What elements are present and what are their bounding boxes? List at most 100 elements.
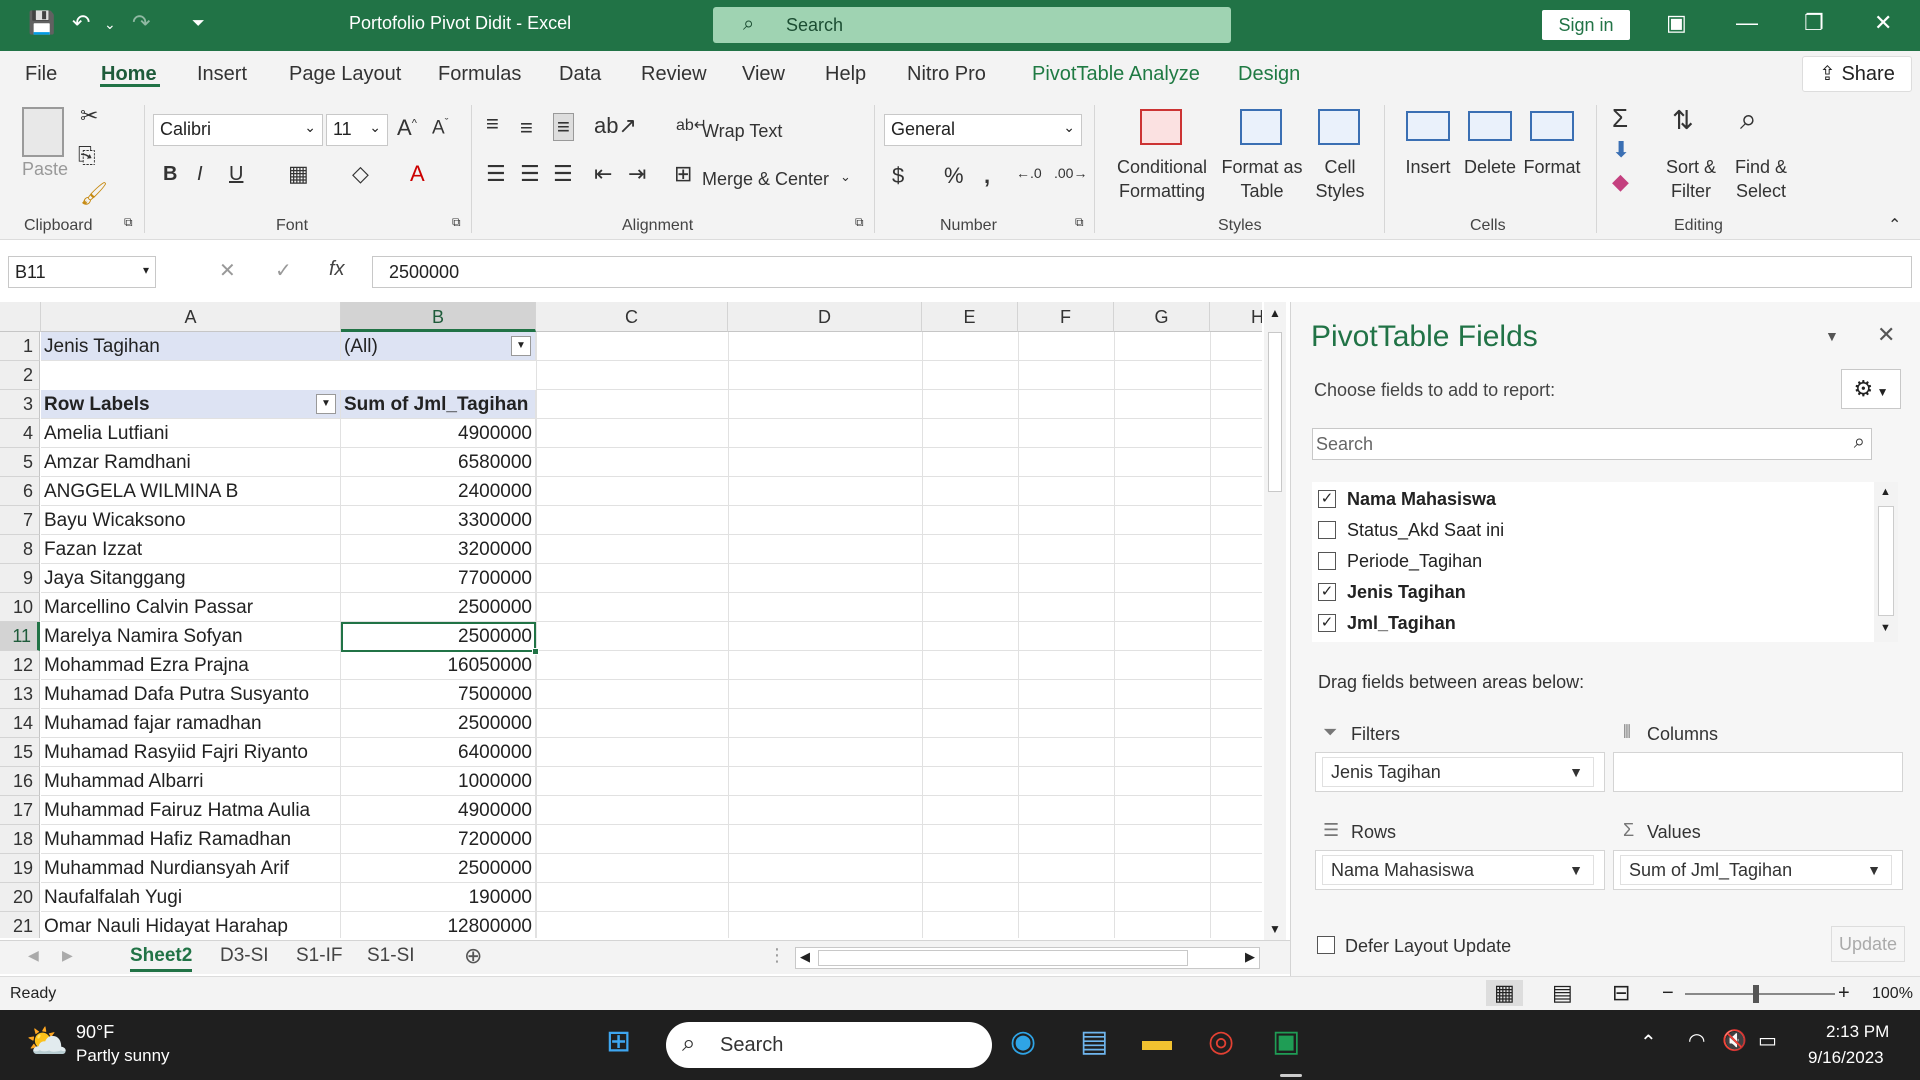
formula-input[interactable]: 2500000: [372, 256, 1912, 288]
ribbon-display-icon[interactable]: ▣: [1666, 10, 1687, 36]
tab-page-layout[interactable]: Page Layout: [289, 63, 401, 86]
tab-pivottable-analyze[interactable]: PivotTable Analyze: [1032, 63, 1200, 86]
values-item[interactable]: Sum of Jml_Tagihan ▼: [1620, 855, 1892, 885]
tab-help[interactable]: Help: [825, 63, 866, 86]
undo-dropdown-icon[interactable]: ⌄: [104, 16, 116, 33]
filters-area[interactable]: Jenis Tagihan ▼: [1315, 752, 1605, 792]
clock-time[interactable]: 2:13 PM: [1826, 1022, 1889, 1042]
row-header[interactable]: 7: [0, 506, 40, 535]
restore-icon[interactable]: ❐: [1804, 10, 1824, 36]
row-header[interactable]: 14: [0, 709, 40, 738]
collapse-ribbon-icon[interactable]: ⌃: [1888, 215, 1901, 235]
split-handle-icon[interactable]: ⋮: [768, 945, 786, 966]
pivot-row-label[interactable]: Amzar Ramdhani: [41, 448, 341, 477]
font-launcher-icon[interactable]: ⧉: [452, 215, 461, 230]
align-middle-icon[interactable]: ≡: [520, 115, 533, 141]
update-button[interactable]: Update: [1831, 926, 1905, 962]
redo-icon[interactable]: ↷: [132, 10, 150, 36]
row-header[interactable]: 5: [0, 448, 40, 477]
decrease-decimal-icon[interactable]: .00→: [1054, 165, 1087, 181]
normal-view-icon[interactable]: ▦: [1486, 980, 1523, 1006]
horizontal-scroll-thumb[interactable]: [818, 950, 1188, 966]
pivot-row-value[interactable]: 1000000: [341, 767, 536, 796]
pivot-row-label[interactable]: Fazan Izzat: [41, 535, 341, 564]
taskbar-search[interactable]: ⌕ Search: [666, 1022, 992, 1068]
chevron-up-icon[interactable]: ⌃: [1640, 1030, 1657, 1055]
next-sheet-icon[interactable]: ▶: [62, 947, 73, 964]
font-color-icon[interactable]: A: [410, 161, 425, 187]
field-status-akd[interactable]: Status_Akd Saat ini: [1312, 515, 1504, 546]
fill-color-icon[interactable]: ◇: [352, 161, 369, 187]
row-header[interactable]: 21: [0, 912, 40, 938]
sheet-tab-d3-si[interactable]: D3-SI: [220, 945, 269, 967]
row-labels-header[interactable]: Row Labels ▼: [41, 390, 341, 419]
pivot-row-label[interactable]: Marelya Namira Sofyan: [41, 622, 341, 651]
delete-cells-button[interactable]: Delete: [1460, 155, 1520, 179]
save-icon[interactable]: 💾: [28, 10, 55, 36]
notepad-icon[interactable]: ▤: [1080, 1024, 1108, 1059]
battery-icon[interactable]: ▭: [1758, 1028, 1777, 1053]
row-header[interactable]: 1: [0, 332, 40, 361]
field-list-scrollbar[interactable]: ▲ ▼: [1874, 482, 1898, 642]
scroll-right-icon[interactable]: ▶: [1245, 949, 1255, 965]
column-header-d[interactable]: D: [728, 302, 922, 332]
pivot-row-value[interactable]: 4900000: [341, 419, 536, 448]
row-labels-dropdown-icon[interactable]: ▼: [316, 394, 336, 414]
field-search-input[interactable]: Search ⌕: [1312, 428, 1872, 460]
column-header-f[interactable]: F: [1018, 302, 1114, 332]
zoom-out-icon[interactable]: −: [1662, 982, 1674, 1005]
currency-icon[interactable]: $: [892, 163, 904, 189]
align-right-icon[interactable]: ☰: [553, 161, 573, 187]
field-jml-tagihan[interactable]: ✓ Jml_Tagihan: [1312, 608, 1456, 639]
page-layout-view-icon[interactable]: ▤: [1552, 980, 1573, 1006]
copy-icon[interactable]: ⎘: [78, 143, 96, 169]
chevron-down-icon[interactable]: ▼: [1867, 862, 1881, 878]
row-header[interactable]: 18: [0, 825, 40, 854]
chevron-down-icon[interactable]: ▼: [1569, 764, 1583, 780]
scroll-down-icon[interactable]: ▼: [1880, 622, 1891, 634]
row-header[interactable]: 9: [0, 564, 40, 593]
chrome-icon[interactable]: ◎: [1208, 1024, 1234, 1059]
customize-toolbar-icon[interactable]: ⏷: [192, 15, 205, 33]
volume-muted-icon[interactable]: 🔇: [1722, 1028, 1747, 1053]
fill-handle[interactable]: [532, 648, 539, 655]
increase-indent-icon[interactable]: ⇥: [628, 161, 646, 187]
windows-start-icon[interactable]: ⊞: [606, 1024, 631, 1059]
name-box[interactable]: B11 ▾: [8, 256, 156, 288]
row-header[interactable]: 6: [0, 477, 40, 506]
format-as-table-button[interactable]: Format as Table: [1220, 155, 1304, 203]
increase-decimal-icon[interactable]: ←.0: [1016, 165, 1042, 181]
conditional-formatting-button[interactable]: Conditional Formatting: [1110, 155, 1214, 203]
tab-view[interactable]: View: [742, 63, 785, 86]
align-top-icon[interactable]: ≡: [486, 111, 499, 137]
row-header[interactable]: 8: [0, 535, 40, 564]
merge-center-button[interactable]: Merge & Center: [702, 169, 829, 190]
share-button[interactable]: ⇪ Share: [1802, 56, 1912, 92]
row-header-selected[interactable]: 11: [0, 622, 40, 651]
scroll-up-icon[interactable]: ▲: [1880, 486, 1891, 498]
pivot-row-label[interactable]: Bayu Wicaksono: [41, 506, 341, 535]
tab-data[interactable]: Data: [559, 63, 601, 86]
pivot-row-value[interactable]: 2500000: [341, 854, 536, 883]
checkbox-unchecked[interactable]: [1318, 552, 1336, 570]
row-header[interactable]: 17: [0, 796, 40, 825]
pivot-row-label[interactable]: Mohammad Ezra Prajna: [41, 651, 341, 680]
pivot-row-label[interactable]: Muhammad Nurdiansyah Arif: [41, 854, 341, 883]
column-header-c[interactable]: C: [536, 302, 728, 332]
scroll-left-icon[interactable]: ◀: [800, 949, 810, 965]
pivot-row-value[interactable]: 3300000: [341, 506, 536, 535]
cancel-icon[interactable]: ✕: [219, 258, 236, 283]
wrap-text-button[interactable]: Wrap Text: [702, 121, 782, 142]
file-explorer-icon[interactable]: ▬: [1142, 1024, 1172, 1058]
page-break-view-icon[interactable]: ⊟: [1612, 980, 1630, 1006]
tab-review[interactable]: Review: [641, 63, 707, 86]
tab-home[interactable]: Home: [101, 63, 157, 86]
pivot-row-value[interactable]: 2500000: [341, 593, 536, 622]
sheet-tab-s1-if[interactable]: S1-IF: [296, 945, 342, 967]
align-center-icon[interactable]: ☰: [520, 161, 540, 187]
title-search-box[interactable]: ⌕ Search: [713, 7, 1231, 43]
pivot-row-label[interactable]: Muhamad fajar ramadhan: [41, 709, 341, 738]
font-size-select[interactable]: 11 ⌄: [326, 114, 388, 146]
pivot-row-label[interactable]: Amelia Lutfiani: [41, 419, 341, 448]
insert-cells-button[interactable]: Insert: [1398, 155, 1458, 179]
